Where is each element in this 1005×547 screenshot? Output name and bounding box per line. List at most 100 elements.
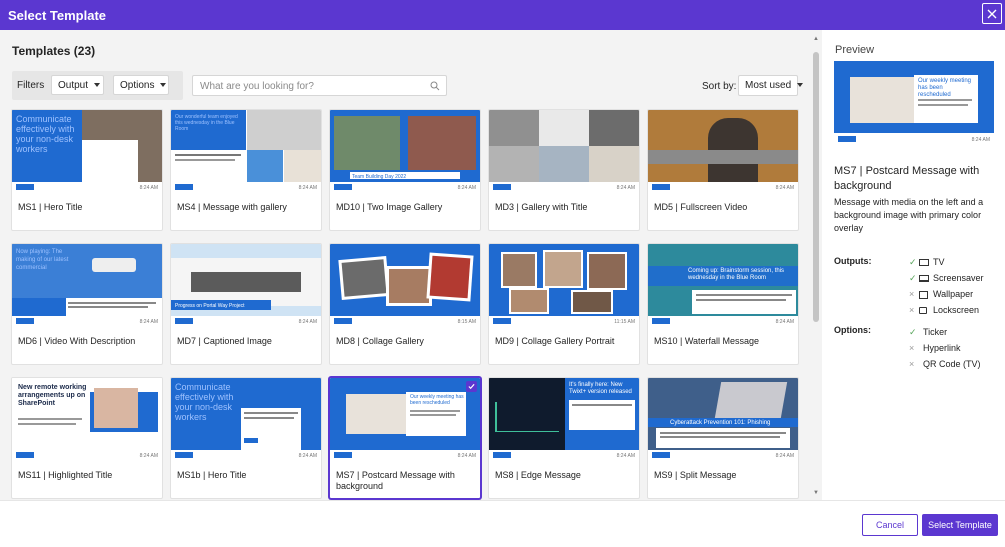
options-label: Options: xyxy=(834,325,871,335)
output-dropdown-label: Output xyxy=(58,80,89,91)
template-card-ms1b[interactable]: Communicate effectively with your non-de… xyxy=(170,377,322,499)
sort-label: Sort by: xyxy=(702,81,737,92)
brand-logo xyxy=(334,184,352,190)
thumb-text: It's finally here: New Twixt+ version re… xyxy=(569,382,632,395)
template-card-md9[interactable]: 11:15 AM MD9 | Collage Gallery Portrait xyxy=(488,243,640,365)
brand-logo xyxy=(493,318,511,324)
brand-logo xyxy=(838,136,856,142)
select-template-button[interactable]: Select Template xyxy=(922,514,998,536)
template-caption: MS7 | Postcard Message with background xyxy=(336,470,455,491)
template-thumbnail: New remote working arrangements up on Sh… xyxy=(12,378,162,462)
preview-thumb-time: 8:24 AM xyxy=(971,137,990,143)
tv-icon xyxy=(919,259,929,267)
lockscreen-icon xyxy=(919,307,927,315)
screensaver-icon xyxy=(919,275,929,283)
template-card-ms4[interactable]: Our wonderful team enjoyed this wednesda… xyxy=(170,109,322,231)
template-card-md5[interactable]: 8:24 AM MD5 | Fullscreen Video xyxy=(647,109,799,231)
template-caption: MD8 | Collage Gallery xyxy=(336,336,424,346)
brand-logo xyxy=(652,318,670,324)
template-card-ms10[interactable]: Coming up: Brainstorm session, this wedn… xyxy=(647,243,799,365)
thumb-time: 8:24 AM xyxy=(298,319,317,325)
scrollbar-thumb[interactable] xyxy=(813,52,819,322)
output-tv: ✓ TV xyxy=(909,257,945,267)
thumb-time: 8:15 AM xyxy=(457,319,476,325)
thumb-time: 8:24 AM xyxy=(457,185,476,191)
scroll-down-icon[interactable]: ▼ xyxy=(813,490,819,496)
template-thumbnail: Communicate effectively with your non-de… xyxy=(171,378,321,462)
template-card-ms1[interactable]: Communicate effectively with your non-de… xyxy=(11,109,163,231)
search-icon xyxy=(430,81,440,91)
template-card-md8[interactable]: 8:15 AM MD8 | Collage Gallery xyxy=(329,243,481,365)
brand-logo xyxy=(16,452,34,458)
template-caption: MS10 | Waterfall Message xyxy=(654,336,760,346)
output-dropdown[interactable]: Output xyxy=(51,75,104,95)
thumb-time: 8:24 AM xyxy=(616,453,635,459)
option-qr-code: × QR Code (TV) xyxy=(909,359,981,369)
output-wallpaper: × Wallpaper xyxy=(909,289,974,299)
thumb-time: 11:15 AM xyxy=(614,319,635,325)
brand-logo xyxy=(493,452,511,458)
template-card-ms11[interactable]: New remote working arrangements up on Sh… xyxy=(11,377,163,499)
cancel-button[interactable]: Cancel xyxy=(862,514,918,536)
dialog-title: Select Template xyxy=(8,8,107,23)
close-button[interactable] xyxy=(982,3,1002,24)
template-caption: MD9 | Collage Gallery Portrait xyxy=(495,336,615,346)
template-caption: MD10 | Two Image Gallery xyxy=(336,202,443,212)
template-card-ms7[interactable]: Our weekly meeting has been rescheduled … xyxy=(329,377,481,499)
template-card-md7[interactable]: Progress on Portal Way Project 8:24 AM M… xyxy=(170,243,322,365)
output-screensaver: ✓ Screensaver xyxy=(909,273,984,283)
close-icon xyxy=(987,9,997,18)
thumb-time: 8:24 AM xyxy=(298,453,317,459)
preview-image: Our weekly meeting has been rescheduled … xyxy=(834,61,994,146)
template-caption: MS1 | Hero Title xyxy=(18,202,83,212)
filters-label: Filters xyxy=(17,80,45,91)
brand-logo xyxy=(652,184,670,190)
brand-logo xyxy=(16,318,34,324)
template-thumbnail: Our weekly meeting has been rescheduled … xyxy=(330,378,480,462)
templates-scrollbar[interactable]: ▲ ▼ xyxy=(812,34,820,498)
template-caption: MD3 | Gallery with Title xyxy=(495,202,588,212)
preview-heading: Preview xyxy=(835,44,875,56)
options-dropdown[interactable]: Options xyxy=(113,75,169,95)
template-card-md10[interactable]: Team Building Day 2022 8:24 AM MD10 | Tw… xyxy=(329,109,481,231)
thumb-time: 8:24 AM xyxy=(139,185,158,191)
brand-logo xyxy=(493,184,511,190)
template-thumbnail: Our wonderful team enjoyed this wednesda… xyxy=(171,110,321,194)
preview-panel: Preview Our weekly meeting has been resc… xyxy=(822,30,1005,500)
search-input[interactable]: What are you looking for? xyxy=(192,75,447,96)
selected-check-icon xyxy=(466,381,477,392)
sort-value: Most used xyxy=(745,80,792,91)
preview-thumb-text: Our weekly meeting has been rescheduled xyxy=(918,78,972,98)
template-thumbnail: Coming up: Brainstorm session, this wedn… xyxy=(648,244,798,328)
wallpaper-icon xyxy=(919,290,928,299)
template-thumbnail: 8:15 AM xyxy=(330,244,480,328)
thumb-text: New remote working arrangements up on Sh… xyxy=(18,384,87,407)
template-thumbnail: 8:24 AM xyxy=(489,110,639,194)
template-card-ms8[interactable]: It's finally here: New Twixt+ version re… xyxy=(488,377,640,499)
template-card-md6[interactable]: Now playing: The making of our latest co… xyxy=(11,243,163,365)
dialog-footer xyxy=(0,500,1005,547)
option-ticker: ✓ Ticker xyxy=(909,327,948,337)
search-placeholder: What are you looking for? xyxy=(200,81,314,92)
thumb-time: 8:24 AM xyxy=(775,453,794,459)
thumb-time: 8:24 AM xyxy=(139,453,158,459)
template-thumbnail: Communicate effectively with your non-de… xyxy=(12,110,162,194)
thumb-time: 8:24 AM xyxy=(775,319,794,325)
sort-dropdown[interactable]: Most used xyxy=(738,75,804,96)
template-card-ms9[interactable]: Cyberattack Prevention 101: Phishing 8:2… xyxy=(647,377,799,499)
template-card-md3[interactable]: 8:24 AM MD3 | Gallery with Title xyxy=(488,109,640,231)
thumb-time: 8:24 AM xyxy=(775,185,794,191)
brand-logo xyxy=(334,452,352,458)
thumb-text: Coming up: Brainstorm session, this wedn… xyxy=(688,268,785,281)
thumb-text: Communicate effectively with your non-de… xyxy=(175,382,234,422)
template-caption: MD5 | Fullscreen Video xyxy=(654,202,748,212)
thumb-text: Our weekly meeting has been rescheduled xyxy=(410,394,464,406)
output-lockscreen: × Lockscreen xyxy=(909,305,980,315)
thumb-text: Now playing: The making of our latest co… xyxy=(16,249,69,271)
template-thumbnail: 8:24 AM xyxy=(648,110,798,194)
thumb-time: 8:24 AM xyxy=(298,185,317,191)
template-thumbnail: It's finally here: New Twixt+ version re… xyxy=(489,378,639,462)
thumb-text: Cyberattack Prevention 101: Phishing xyxy=(670,420,771,426)
options-dropdown-label: Options xyxy=(120,80,155,91)
scroll-up-icon[interactable]: ▲ xyxy=(813,36,819,42)
